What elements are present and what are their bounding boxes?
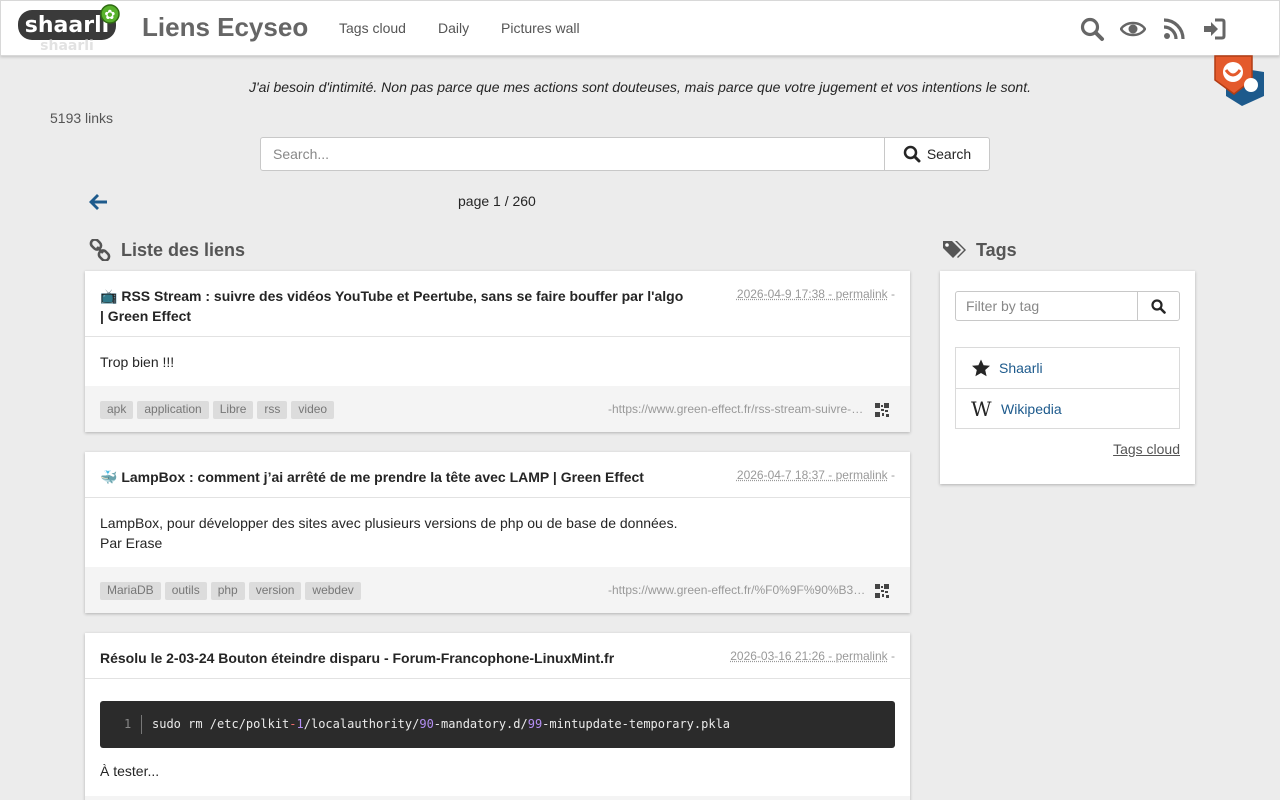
link-footer: MariaDB outils php version webdev -https… xyxy=(85,567,910,613)
nav-daily[interactable]: Daily xyxy=(438,20,469,36)
logo-text: shaarli xyxy=(25,13,109,38)
search-button-label: Search xyxy=(926,146,972,162)
search-icon xyxy=(903,145,921,163)
eye-icon[interactable] xyxy=(1120,16,1146,42)
link-chain-icon xyxy=(89,239,111,261)
tags-cloud-link[interactable]: Tags cloud xyxy=(1113,441,1180,457)
link-title-text-cont: | Green Effect xyxy=(100,308,192,324)
login-icon[interactable] xyxy=(1201,16,1227,42)
shaarli-logo[interactable]: shaarli shaarli ✿ xyxy=(16,4,124,54)
star-icon xyxy=(972,359,990,377)
qrcode-icon[interactable] xyxy=(875,584,889,598)
tag-item-label: Wikipedia xyxy=(1001,400,1062,417)
nav-pictures-wall[interactable]: Pictures wall xyxy=(501,20,580,36)
tag-pill[interactable]: php xyxy=(210,582,245,600)
tag-pill[interactable]: video xyxy=(291,401,335,419)
qrcode-icon[interactable] xyxy=(875,403,889,417)
tag-item-wikipedia[interactable]: W Wikipedia xyxy=(956,388,1179,428)
tag-pill[interactable]: webdev xyxy=(305,582,361,600)
svg-text:✿: ✿ xyxy=(105,7,116,22)
site-quote: J'ai besoin d'intimité. Non pas parce qu… xyxy=(248,79,1031,95)
tag-pill[interactable]: apk xyxy=(100,401,134,419)
search-button[interactable]: Search xyxy=(884,137,990,171)
link-card: 📺 RSS Stream : suivre des vidéos YouTube… xyxy=(85,271,910,432)
link-description: LampBox, pour développer des sites avec … xyxy=(100,513,678,553)
tag-pill[interactable]: outils xyxy=(164,582,207,600)
link-footer xyxy=(85,796,910,800)
link-description: Trop bien !!! xyxy=(100,354,175,370)
link-title[interactable]: Résolu le 2-03-24 Bouton éteindre dispar… xyxy=(100,648,720,668)
search-icon[interactable] xyxy=(1079,16,1105,42)
filter-tag-button[interactable] xyxy=(1137,291,1180,321)
link-url[interactable]: -https://www.green-effect.fr/rss-stream-… xyxy=(608,402,868,416)
link-date[interactable]: 2026-04-7 18:37 - permalink - xyxy=(737,468,895,482)
link-emoji: 🐳 xyxy=(100,469,118,485)
link-card: Résolu le 2-03-24 Bouton éteindre dispar… xyxy=(85,633,910,800)
link-card: 🐳 LampBox : comment j’ai arrêté de me pr… xyxy=(85,452,910,613)
tag-list: Shaarli W Wikipedia xyxy=(955,347,1180,429)
top-navbar: shaarli shaarli ✿ Liens Ecyseo Tags clou… xyxy=(0,0,1280,56)
rss-icon[interactable] xyxy=(1161,16,1187,42)
links-section-title: Liste des liens xyxy=(121,240,246,260)
link-description: À tester... xyxy=(100,763,160,779)
permalink[interactable]: 2026-03-16 21:26 - permalink xyxy=(730,649,887,663)
link-date[interactable]: 2026-04-9 17:38 - permalink - xyxy=(737,287,895,301)
link-date[interactable]: 2026-03-16 21:26 - permalink - xyxy=(730,649,895,663)
tag-pill[interactable]: version xyxy=(248,582,302,600)
tag-pill[interactable]: Libre xyxy=(212,401,254,419)
link-url[interactable]: -https://www.green-effect.fr/%F0%9F%90%B… xyxy=(608,583,868,597)
tag-pill[interactable]: MariaDB xyxy=(100,582,161,600)
tag-item-label: Shaarli xyxy=(999,360,1043,376)
date-dash: - xyxy=(891,287,895,301)
link-description-line: Par Erase xyxy=(100,535,163,551)
link-title-text: RSS Stream : suivre des vidéos YouTube e… xyxy=(121,288,684,304)
link-description-line: LampBox, pour développer des sites avec … xyxy=(100,515,678,531)
tag-item-shaarli[interactable]: Shaarli xyxy=(956,348,1179,388)
search-icon xyxy=(1151,298,1166,314)
link-emoji: 📺 xyxy=(100,288,118,304)
tag-pill[interactable]: application xyxy=(137,401,209,419)
search-input[interactable] xyxy=(260,137,885,171)
date-dash: - xyxy=(891,649,895,663)
link-title[interactable]: 🐳 LampBox : comment j’ai arrêté de me pr… xyxy=(100,467,740,487)
previous-page-arrow-icon[interactable] xyxy=(88,193,108,211)
permalink[interactable]: 2026-04-9 17:38 - permalink xyxy=(737,287,888,301)
wikipedia-icon: W xyxy=(971,396,992,421)
pagination-label: page 1 / 260 xyxy=(458,193,536,209)
permalink[interactable]: 2026-04-7 18:37 - permalink xyxy=(737,468,888,482)
code-line-number: 1 xyxy=(124,717,132,731)
code-block: 1 sudo rm /etc/polkit-1/localauthority/9… xyxy=(100,701,895,748)
filter-tag-input[interactable] xyxy=(955,291,1138,321)
link-title-text: LampBox : comment j’ai arrêté de me pren… xyxy=(121,469,644,485)
tags-icon xyxy=(943,241,966,258)
code-text: sudo rm /etc/polkit-1/localauthority/90-… xyxy=(152,717,731,731)
tag-pill[interactable]: rss xyxy=(257,401,288,419)
nav-tags-cloud[interactable]: Tags cloud xyxy=(339,20,406,36)
link-title[interactable]: 📺 RSS Stream : suivre des vidéos YouTube… xyxy=(100,286,700,326)
svg-text:shaarli: shaarli xyxy=(40,38,94,54)
tags-section-title: Tags xyxy=(976,240,1017,260)
site-title[interactable]: Liens Ecyseo xyxy=(142,12,308,43)
link-url-text[interactable]: https://www.green-effect.fr/rss-stream-s… xyxy=(612,402,868,416)
link-url-text[interactable]: https://www.green-effect.fr/%F0%9F%90%B3… xyxy=(612,583,868,597)
link-footer: apk application Libre rss video -https:/… xyxy=(85,386,910,432)
date-dash: - xyxy=(891,468,895,482)
tags-panel: Shaarli W Wikipedia Tags cloud xyxy=(940,271,1195,484)
link-count: 5193 links xyxy=(50,110,114,126)
